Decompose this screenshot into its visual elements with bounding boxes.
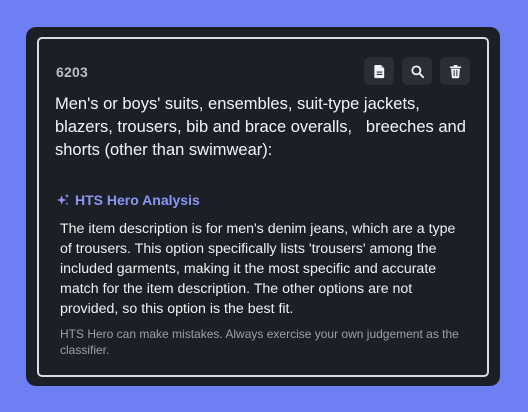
analysis-header: HTS Hero Analysis (56, 192, 200, 208)
item-description: Men's or boys' suits, ensembles, suit-ty… (55, 95, 471, 159)
delete-button[interactable] (440, 57, 470, 85)
classification-card: 6203 Men's or boys' suits, ensembles, su… (37, 37, 489, 377)
hts-code: 6203 (56, 64, 88, 80)
search-icon (410, 64, 424, 78)
search-button[interactable] (402, 57, 432, 85)
view-document-button[interactable] (364, 57, 394, 85)
card-actions (364, 57, 470, 85)
sparkle-icon (56, 193, 70, 206)
analysis-title: HTS Hero Analysis (75, 192, 200, 208)
document-icon (373, 64, 384, 78)
analysis-text: The item description is for men's denim … (60, 221, 456, 317)
disclaimer-text: HTS Hero can make mistakes. Always exerc… (60, 327, 459, 357)
result-panel: 6203 Men's or boys' suits, ensembles, su… (26, 27, 500, 386)
trash-icon (449, 64, 461, 78)
